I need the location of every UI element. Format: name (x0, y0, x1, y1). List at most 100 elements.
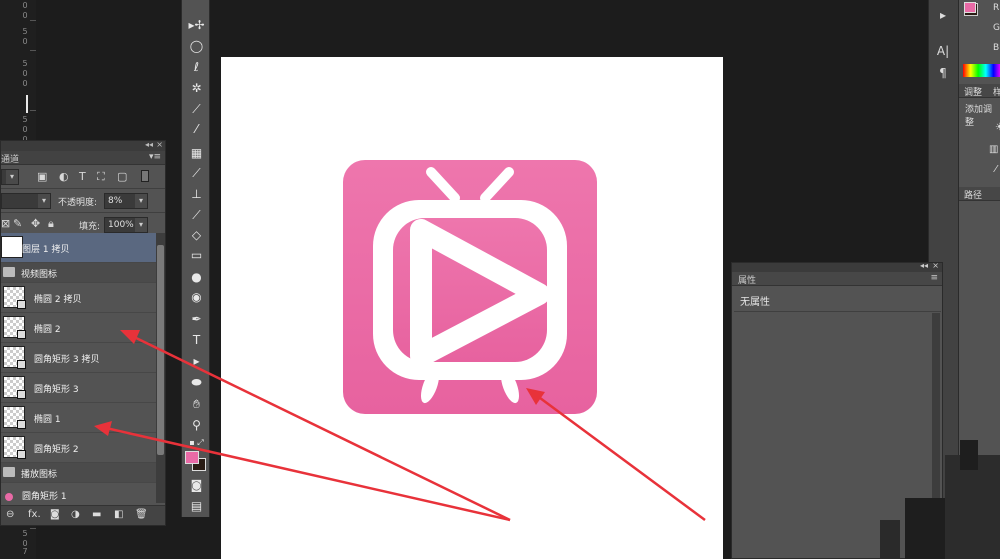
layer-item[interactable]: 椭圆 2 (1, 313, 156, 343)
layer-name: 视频图标 (21, 270, 58, 280)
swap-colors-icon[interactable]: ▪ ⤢ (182, 436, 211, 450)
screen-mode-icon[interactable]: ▤ (182, 499, 211, 513)
layers-scrollbar[interactable] (156, 233, 165, 503)
chevron-down-icon: ▾ (135, 218, 147, 232)
blend-opacity-row: ▾ 不透明度: 8% ▾ (1, 189, 165, 213)
fx-icon[interactable]: fx. (28, 509, 41, 520)
filter-toggle-icon[interactable] (141, 170, 149, 182)
collapse-icon[interactable]: ▸ (929, 8, 957, 22)
character-panel-icon[interactable]: A| (929, 44, 957, 58)
layers-panel-titlebar[interactable]: ◂◂ × (1, 140, 165, 151)
panel-menu-icon[interactable]: ▾≡ (149, 152, 161, 162)
layer-item[interactable]: 椭圆 1 (1, 403, 156, 433)
folder-icon[interactable]: ▬ (92, 509, 101, 520)
vector-mask-icon (17, 420, 26, 429)
layer-name: 圆角矩形 1 (22, 492, 67, 502)
adjustment-icon[interactable]: ◑ (71, 509, 80, 520)
properties-titlebar[interactable]: ◂◂ × (732, 261, 942, 272)
layer-item[interactable]: 圆角矩形 3 拷贝 (1, 343, 156, 373)
blend-mode-dropdown[interactable]: ▾ (1, 193, 51, 209)
quick-mask-icon[interactable]: ◙ (182, 478, 211, 492)
shape-filter-icon[interactable]: ⛶ (97, 171, 105, 183)
layer-group-item[interactable]: 视频图标 (1, 263, 156, 283)
vector-mask-icon (17, 450, 26, 459)
lasso-tool-icon[interactable]: ℓ (182, 60, 211, 74)
adjust-filter-icon[interactable]: ◐ (59, 171, 69, 183)
zoom-tool-icon[interactable]: ⚲ (182, 418, 211, 432)
path-select-icon[interactable]: ▸ (182, 354, 211, 368)
gradient-tool-icon[interactable]: ▭ (182, 248, 211, 262)
trash-icon[interactable]: 🗑︎ (135, 509, 148, 520)
stamp-tool-icon[interactable]: ⊥ (182, 187, 211, 201)
layer-group-item[interactable]: 播放图标 (1, 463, 156, 483)
opacity-field[interactable]: 8% ▾ (104, 193, 148, 209)
brush-tool-icon[interactable]: ⟋ (182, 166, 211, 180)
lock-position-icon[interactable]: ✥ (31, 218, 40, 230)
vector-mask-icon (17, 300, 26, 309)
type-filter-icon[interactable]: T (79, 171, 86, 183)
ruler-marker (26, 95, 28, 113)
tab-properties[interactable]: 属性 (738, 273, 756, 286)
layer-name: 播放图标 (21, 470, 58, 480)
layer-item[interactable]: 圆角矩形 1 (1, 483, 156, 503)
mask-icon[interactable]: ◙ (50, 509, 60, 520)
tab-channels[interactable]: 通道 (1, 152, 19, 165)
blur-tool-icon[interactable]: ● (182, 270, 211, 284)
ruler-tick: 5 (22, 59, 28, 68)
marquee-tool-icon[interactable]: ◯ (182, 39, 211, 53)
crop-tool-icon[interactable]: ⟋ (182, 102, 211, 116)
layers-panel: ◂◂ × 通道 ▾≡ ▾ ▣ ◐ T ⛶ ▢ ▾ 不透明度: 8% ▾ ⊠ ✎ … (0, 140, 166, 526)
folder-icon (3, 467, 15, 477)
chevron-down-icon: ▾ (38, 194, 50, 208)
dodge-tool-icon[interactable]: ◉ (182, 290, 211, 304)
filter-kind-dropdown[interactable]: ▾ (1, 169, 19, 185)
layer-item[interactable]: 圆角矩形 2 (1, 433, 156, 463)
close-icon[interactable]: × (932, 261, 939, 270)
image-filter-icon[interactable]: ▣ (37, 171, 47, 183)
folder-icon (3, 267, 15, 277)
levels-icon[interactable]: ▥ (989, 144, 998, 155)
layer-item[interactable]: 图层 1 拷贝 (1, 233, 156, 263)
brightness-icon[interactable]: ☀ (995, 122, 1000, 133)
link-icon[interactable]: ⊖ (6, 509, 14, 520)
curves-icon[interactable]: ⁄ (995, 164, 997, 175)
healing-brush-icon[interactable]: ▦ (182, 146, 211, 160)
type-tool-icon[interactable]: T (182, 333, 211, 347)
pen-tool-icon[interactable]: ✒ (182, 312, 211, 326)
scrollbar-thumb[interactable] (157, 245, 164, 455)
ellipse-tool-icon[interactable]: ⬬ (182, 375, 211, 389)
foreground-color-chip[interactable] (964, 2, 976, 13)
ruler-tick: 7 (22, 547, 28, 556)
smart-filter-icon[interactable]: ▢ (117, 171, 127, 183)
eyedropper-icon[interactable]: ⁄ (182, 122, 211, 136)
document-canvas[interactable] (221, 57, 723, 559)
collapse-icon[interactable]: ◂◂ (145, 140, 153, 149)
layers-tabbar: 通道 ▾≡ (1, 151, 165, 165)
paragraph-panel-icon[interactable]: ¶ (929, 66, 957, 80)
history-brush-icon[interactable]: ⟋ (182, 208, 211, 222)
opacity-value: 8% (108, 196, 123, 206)
tab-styles[interactable]: 样 (993, 85, 1000, 98)
color-spectrum[interactable] (963, 64, 1000, 77)
ruler-tick: 5 (22, 27, 28, 36)
tab-adjustments[interactable]: 调整 (964, 85, 982, 98)
lock-all-icon[interactable]: 🔒︎ (48, 218, 54, 230)
close-icon[interactable]: × (156, 140, 163, 149)
eraser-tool-icon[interactable]: ◇ (182, 228, 211, 242)
panel-menu-icon[interactable]: ≡ (930, 273, 938, 283)
hand-tool-icon[interactable]: ✋︎ (182, 397, 211, 411)
layer-name: 椭圆 2 (34, 325, 61, 335)
collapse-icon[interactable]: ◂◂ (920, 261, 928, 270)
new-layer-icon[interactable]: ◧ (114, 509, 123, 520)
lock-transparent-icon[interactable]: ⊠ (1, 218, 10, 230)
fill-field[interactable]: 100% ▾ (104, 217, 148, 233)
ruler-tick: 0 (22, 79, 28, 88)
move-tool-icon[interactable]: ▸✢ (182, 18, 211, 32)
layer-item[interactable]: 圆角矩形 3 (1, 373, 156, 403)
adjust-tabbar: 调整 样 (959, 84, 1000, 98)
layer-list: 图层 1 拷贝 视频图标 椭圆 2 拷贝 椭圆 2 圆角矩形 3 拷贝 圆角矩形… (1, 233, 156, 503)
tab-paths[interactable]: 路径 (964, 188, 982, 201)
layer-item[interactable]: 椭圆 2 拷贝 (1, 283, 156, 313)
magic-wand-icon[interactable]: ✲ (182, 81, 211, 95)
lock-pixels-icon[interactable]: ✎ (13, 218, 22, 230)
